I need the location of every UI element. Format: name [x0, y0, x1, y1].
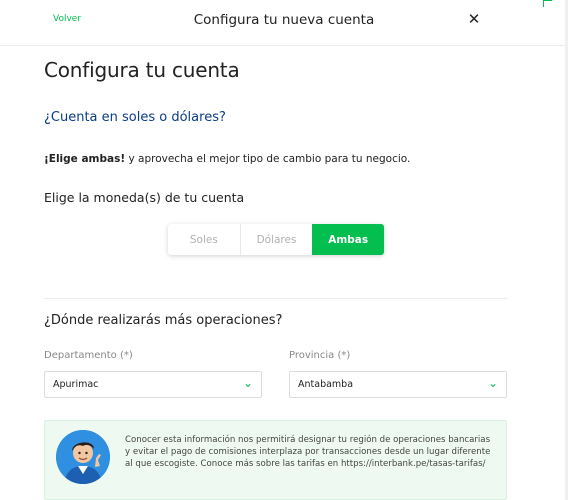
section-divider: [44, 298, 507, 299]
info-box: Conocer esta información nos permitirá d…: [44, 420, 507, 500]
promo-bold: ¡Elige ambas!: [44, 153, 126, 165]
currency-question: ¿Cuenta en soles o dólares?: [44, 110, 226, 125]
currency-option-dolares[interactable]: Dólares: [239, 224, 313, 255]
department-value: Apurimac: [53, 379, 99, 390]
top-bar: Volver Configura tu nueva cuenta ✕: [0, 0, 568, 46]
page-title: Configura tu cuenta: [44, 58, 240, 82]
info-text: Conocer esta información nos permitirá d…: [125, 435, 491, 469]
currency-option-ambas[interactable]: Ambas: [312, 224, 385, 255]
modal-title: Configura tu nueva cuenta: [193, 12, 375, 28]
department-select[interactable]: Apurimac ⌄: [44, 371, 262, 398]
chevron-down-icon: ⌄: [487, 376, 498, 390]
province-value: Antabamba: [298, 379, 354, 390]
operations-question: ¿Dónde realizarás más operaciones?: [44, 313, 283, 328]
promo-rest: y aprovecha el mejor tipo de cambio para…: [125, 153, 411, 165]
province-label: Provincia (*): [289, 350, 351, 361]
department-label: Departamento (*): [44, 350, 133, 361]
currency-label: Elige la moneda(s) de tu cuenta: [44, 190, 245, 205]
province-select[interactable]: Antabamba ⌄: [289, 371, 507, 398]
corner-bracket-icon: [543, 0, 552, 7]
currency-option-soles[interactable]: Soles: [168, 224, 240, 255]
promo-text: ¡Elige ambas! y aprovecha el mejor tipo …: [44, 153, 410, 165]
advisor-avatar: [56, 430, 110, 484]
currency-selector: Soles Dólares Ambas: [168, 224, 385, 255]
close-icon[interactable]: ✕: [466, 10, 482, 28]
chevron-down-icon: ⌄: [242, 376, 253, 390]
